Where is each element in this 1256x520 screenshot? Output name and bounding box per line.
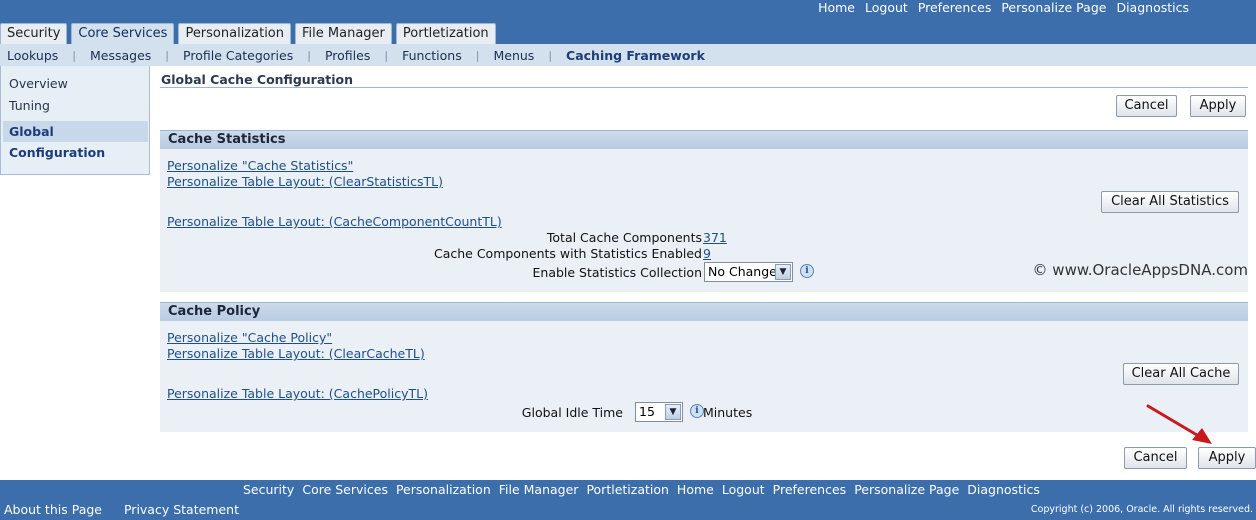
footer-link-core-services[interactable]: Core Services bbox=[302, 482, 388, 497]
statistics-enabled-label: Cache Components with Statistics Enabled bbox=[433, 246, 702, 261]
footer-secondary-links: About this Page Privacy Statement bbox=[4, 502, 239, 517]
tab-personalization[interactable]: Personalization bbox=[178, 23, 292, 44]
watermark-text: © www.OracleAppsDNA.com bbox=[1032, 261, 1248, 279]
footer-link-file-manager[interactable]: File Manager bbox=[499, 482, 579, 497]
annotation-arrow-icon bbox=[1146, 404, 1212, 444]
enable-statistics-collection-select[interactable]: No Change ▼ bbox=[704, 262, 793, 282]
footer-link-diagnostics[interactable]: Diagnostics bbox=[967, 482, 1040, 497]
footer-link-logout[interactable]: Logout bbox=[722, 482, 765, 497]
statistics-enabled-value[interactable]: 9 bbox=[703, 246, 711, 261]
subnav-caching-framework[interactable]: Caching Framework bbox=[566, 48, 705, 63]
chevron-down-icon[interactable]: ▼ bbox=[775, 264, 791, 280]
footer-link-preferences[interactable]: Preferences bbox=[773, 482, 847, 497]
info-icon[interactable]: i bbox=[800, 264, 814, 278]
total-cache-components-value[interactable]: 371 bbox=[703, 230, 727, 245]
subnav-separator: | bbox=[72, 48, 76, 62]
footer-links: Security Core Services Personalization F… bbox=[243, 482, 1040, 497]
clear-all-cache-button[interactable]: Clear All Cache bbox=[1123, 363, 1239, 385]
idle-time-unit: Minutes bbox=[703, 405, 753, 420]
tab-portletization[interactable]: Portletization bbox=[395, 23, 496, 44]
footer-link-personalize-page[interactable]: Personalize Page bbox=[854, 482, 959, 497]
cancel-button-top[interactable]: Cancel bbox=[1116, 95, 1177, 117]
subnav-functions[interactable]: Functions bbox=[402, 48, 462, 63]
copyright-text: Copyright (c) 2006, Oracle. All rights r… bbox=[1030, 504, 1253, 515]
footer-link-home[interactable]: Home bbox=[677, 482, 714, 497]
enable-statistics-collection-label: Enable Statistics Collection bbox=[532, 265, 703, 280]
top-bar: Home Logout Preferences Personalize Page… bbox=[0, 0, 1256, 44]
footer-link-portletization[interactable]: Portletization bbox=[586, 482, 668, 497]
footer-link-security[interactable]: Security bbox=[243, 482, 294, 497]
about-this-page-link[interactable]: About this Page bbox=[4, 502, 102, 517]
subnav-lookups[interactable]: Lookups bbox=[7, 48, 58, 63]
global-link-home[interactable]: Home bbox=[818, 0, 855, 16]
cache-policy-section: Cache Policy Personalize "Cache Policy" … bbox=[160, 302, 1248, 432]
enable-statistics-collection-value: No Change bbox=[708, 264, 777, 279]
subnav-separator: | bbox=[307, 48, 311, 62]
personalize-cache-component-count-tl-link[interactable]: Personalize Table Layout: (CacheComponen… bbox=[167, 214, 502, 229]
cache-policy-header: Cache Policy bbox=[160, 302, 1248, 321]
apply-button-top[interactable]: Apply bbox=[1190, 95, 1246, 117]
sidenav-overview[interactable]: Overview bbox=[9, 76, 68, 91]
total-cache-components-label: Total Cache Components bbox=[546, 230, 702, 245]
global-link-preferences[interactable]: Preferences bbox=[918, 0, 992, 16]
main-tabs: Security Core Services Personalization F… bbox=[0, 23, 496, 44]
subnav-profile-categories[interactable]: Profile Categories bbox=[183, 48, 293, 63]
subnav-separator: | bbox=[548, 48, 553, 62]
sidenav-tuning[interactable]: Tuning bbox=[9, 98, 50, 113]
personalize-clear-cache-tl-link[interactable]: Personalize Table Layout: (ClearCacheTL) bbox=[167, 346, 425, 361]
tab-core-services[interactable]: Core Services bbox=[71, 23, 175, 44]
info-icon[interactable]: i bbox=[690, 404, 704, 418]
cache-statistics-header: Cache Statistics bbox=[160, 130, 1248, 149]
subnav-messages[interactable]: Messages bbox=[90, 48, 151, 63]
global-idle-time-select[interactable]: 15 ▼ bbox=[635, 402, 683, 422]
apply-button-bottom[interactable]: Apply bbox=[1198, 447, 1256, 469]
cancel-button-bottom[interactable]: Cancel bbox=[1124, 447, 1187, 469]
global-link-personalize-page[interactable]: Personalize Page bbox=[1001, 0, 1106, 16]
global-idle-time-value: 15 bbox=[639, 404, 655, 419]
side-navigation: Overview Tuning Global Configuration bbox=[0, 66, 150, 175]
tab-security[interactable]: Security bbox=[0, 23, 68, 44]
subnav-separator: | bbox=[384, 48, 389, 62]
global-links: Home Logout Preferences Personalize Page… bbox=[818, 0, 1189, 16]
sidenav-global-configuration[interactable]: Global Configuration bbox=[3, 121, 148, 160]
subnav-profiles[interactable]: Profiles bbox=[325, 48, 370, 63]
privacy-statement-link[interactable]: Privacy Statement bbox=[124, 502, 239, 517]
global-link-diagnostics[interactable]: Diagnostics bbox=[1116, 0, 1189, 16]
footer-link-personalization[interactable]: Personalization bbox=[396, 482, 491, 497]
sub-navigation: Lookups | Messages | Profile Categories … bbox=[0, 44, 1256, 66]
subnav-separator: | bbox=[475, 48, 480, 62]
subnav-separator: | bbox=[165, 48, 170, 62]
personalize-cache-policy-tl-link[interactable]: Personalize Table Layout: (CachePolicyTL… bbox=[167, 386, 428, 401]
global-link-logout[interactable]: Logout bbox=[865, 0, 908, 16]
global-idle-time-label: Global Idle Time bbox=[521, 405, 623, 420]
title-divider bbox=[160, 87, 1248, 88]
chevron-down-icon[interactable]: ▼ bbox=[665, 404, 681, 420]
personalize-cache-policy-link[interactable]: Personalize "Cache Policy" bbox=[167, 330, 332, 345]
personalize-clear-statistics-tl-link[interactable]: Personalize Table Layout: (ClearStatisti… bbox=[167, 174, 443, 189]
clear-all-statistics-button[interactable]: Clear All Statistics bbox=[1101, 191, 1239, 213]
page-title: Global Cache Configuration bbox=[161, 72, 354, 87]
personalize-cache-statistics-link[interactable]: Personalize "Cache Statistics" bbox=[167, 158, 353, 173]
tab-file-manager[interactable]: File Manager bbox=[295, 23, 392, 44]
subnav-menus[interactable]: Menus bbox=[493, 48, 534, 63]
footer: Security Core Services Personalization F… bbox=[0, 480, 1256, 520]
